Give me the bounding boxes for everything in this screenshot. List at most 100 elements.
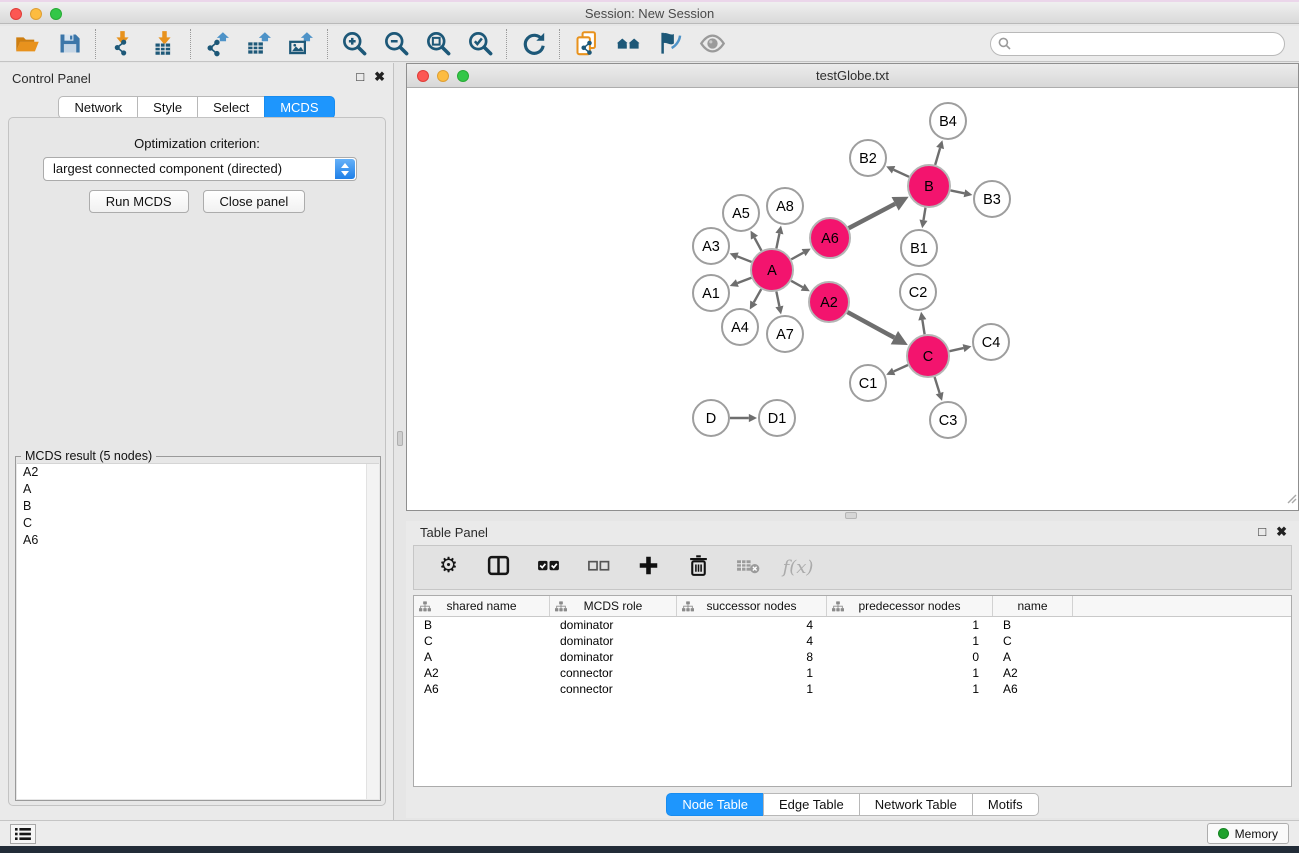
optimization-criterion-select[interactable]: largest connected component (directed)	[43, 157, 357, 181]
graph-edge-A-A8[interactable]	[775, 226, 783, 249]
graph-edge-A-A1[interactable]	[730, 278, 752, 287]
eye-button[interactable]	[695, 29, 729, 59]
mcds-result-item[interactable]: A6	[17, 532, 379, 549]
graph-edge-A6-B[interactable]	[849, 197, 909, 229]
table-row[interactable]: Cdominator41C	[414, 633, 1291, 649]
zoom-selected-button[interactable]	[463, 29, 497, 59]
graph-node-B4[interactable]: B4	[930, 103, 966, 139]
search-input[interactable]	[990, 32, 1285, 56]
graph-edge-C-C2[interactable]	[918, 312, 926, 335]
export-image-button[interactable]	[284, 29, 318, 59]
table-row[interactable]: Bdominator41B	[414, 617, 1291, 633]
graph-node-A[interactable]: A	[751, 249, 793, 291]
memory-button[interactable]: Memory	[1207, 823, 1289, 844]
graph-edge-B-B3[interactable]	[951, 189, 973, 197]
copy-network-button[interactable]	[569, 29, 603, 59]
table-row[interactable]: A6connector11A6	[414, 681, 1291, 697]
task-history-button[interactable]	[10, 824, 36, 844]
clear-all-checks-button[interactable]	[584, 554, 612, 582]
tab-mcds[interactable]: MCDS	[264, 96, 334, 119]
mcds-result-item[interactable]: A	[17, 481, 379, 498]
hide-graphics-details-button[interactable]	[653, 29, 687, 59]
graph-edge-B-B1[interactable]	[919, 208, 927, 229]
zoom-out-button[interactable]	[379, 29, 413, 59]
float-panel-icon[interactable]: □	[356, 69, 364, 85]
function-builder-button[interactable]: f(x)	[784, 554, 812, 582]
open-button[interactable]	[10, 29, 44, 59]
graph-edge-A-A3[interactable]	[730, 253, 752, 262]
table-settings-button[interactable]: ⚙	[434, 554, 462, 582]
graph-edge-A-A2[interactable]	[791, 281, 810, 291]
mcds-result-item[interactable]: C	[17, 515, 379, 532]
graph-edge-A-A5[interactable]	[751, 231, 762, 251]
graph-edge-C-C4[interactable]	[949, 344, 971, 352]
tab-network-table[interactable]: Network Table	[859, 793, 973, 816]
save-button[interactable]	[52, 29, 86, 59]
column-view-button[interactable]	[484, 554, 512, 582]
run-mcds-button[interactable]: Run MCDS	[89, 190, 189, 213]
graph-edge-D-D1[interactable]	[730, 414, 757, 422]
network-canvas[interactable]: AA1A2A3A4A5A6A7A8BB1B2B3B4CC1C2C3C4DD1	[407, 88, 1298, 510]
select-all-checks-button[interactable]	[534, 554, 562, 582]
column-header-predecessor-nodes[interactable]: predecessor nodes	[827, 596, 993, 616]
add-entry-button[interactable]	[634, 554, 662, 582]
graph-node-B[interactable]: B	[908, 165, 950, 207]
graph-node-C3[interactable]: C3	[930, 402, 966, 438]
graph-edge-A-A4[interactable]	[750, 289, 761, 309]
import-table-button[interactable]	[147, 29, 181, 59]
resize-grip-icon[interactable]	[1285, 491, 1297, 509]
graph-node-A8[interactable]: A8	[767, 188, 803, 224]
table-row[interactable]: Adominator80A	[414, 649, 1291, 665]
graph-node-B1[interactable]: B1	[901, 230, 937, 266]
export-network-button[interactable]	[200, 29, 234, 59]
tab-edge-table[interactable]: Edge Table	[763, 793, 860, 816]
graph-edge-C-C1[interactable]	[886, 365, 908, 375]
graph-node-A3[interactable]: A3	[693, 228, 729, 264]
graph-node-A7[interactable]: A7	[767, 316, 803, 352]
close-table-panel-icon[interactable]: ✖	[1276, 524, 1287, 540]
list-scrollbar[interactable]	[366, 464, 379, 799]
close-panel-icon[interactable]: ✖	[374, 69, 385, 85]
graph-node-D1[interactable]: D1	[759, 400, 795, 436]
horizontal-splitter-handle[interactable]	[845, 512, 857, 519]
graph-edge-B-B4[interactable]	[935, 140, 944, 165]
tab-style[interactable]: Style	[137, 96, 198, 119]
column-header-mcds-role[interactable]: MCDS role	[550, 596, 677, 616]
graph-edge-A-A7[interactable]	[775, 292, 783, 315]
graph-node-D[interactable]: D	[693, 400, 729, 436]
zoom-in-button[interactable]	[337, 29, 371, 59]
import-network-button[interactable]	[105, 29, 139, 59]
graph-edge-B-B2[interactable]	[886, 166, 909, 177]
delete-entry-button[interactable]	[684, 554, 712, 582]
graph-node-A4[interactable]: A4	[722, 309, 758, 345]
tab-network[interactable]: Network	[58, 96, 138, 119]
graph-node-B2[interactable]: B2	[850, 140, 886, 176]
export-table-button[interactable]	[242, 29, 276, 59]
graph-node-C[interactable]: C	[907, 335, 949, 377]
tab-node-table[interactable]: Node Table	[666, 793, 764, 816]
graph-node-A5[interactable]: A5	[723, 195, 759, 231]
graph-edge-A2-C[interactable]	[847, 312, 907, 345]
delete-table-button[interactable]	[734, 554, 762, 582]
graph-node-A2[interactable]: A2	[809, 282, 849, 322]
first-neighbors-button[interactable]	[611, 29, 645, 59]
mcds-result-item[interactable]: B	[17, 498, 379, 515]
tab-motifs[interactable]: Motifs	[972, 793, 1039, 816]
tab-select[interactable]: Select	[197, 96, 265, 119]
refresh-button[interactable]	[516, 29, 550, 59]
float-table-panel-icon[interactable]: □	[1258, 524, 1266, 540]
table-row[interactable]: A2connector11A2	[414, 665, 1291, 681]
graph-node-A1[interactable]: A1	[693, 275, 729, 311]
graph-node-C2[interactable]: C2	[900, 274, 936, 310]
graph-node-B3[interactable]: B3	[974, 181, 1010, 217]
graph-edge-A-A6[interactable]	[791, 249, 810, 260]
column-header-shared-name[interactable]: shared name	[414, 596, 550, 616]
zoom-fit-button[interactable]	[421, 29, 455, 59]
graph-node-C1[interactable]: C1	[850, 365, 886, 401]
column-header-name[interactable]: name	[993, 596, 1073, 616]
graph-node-C4[interactable]: C4	[973, 324, 1009, 360]
mcds-result-item[interactable]: A2	[17, 464, 379, 481]
close-panel-button[interactable]: Close panel	[203, 190, 306, 213]
graph-edge-C-C3[interactable]	[935, 377, 944, 401]
vertical-splitter-handle[interactable]	[397, 431, 403, 446]
